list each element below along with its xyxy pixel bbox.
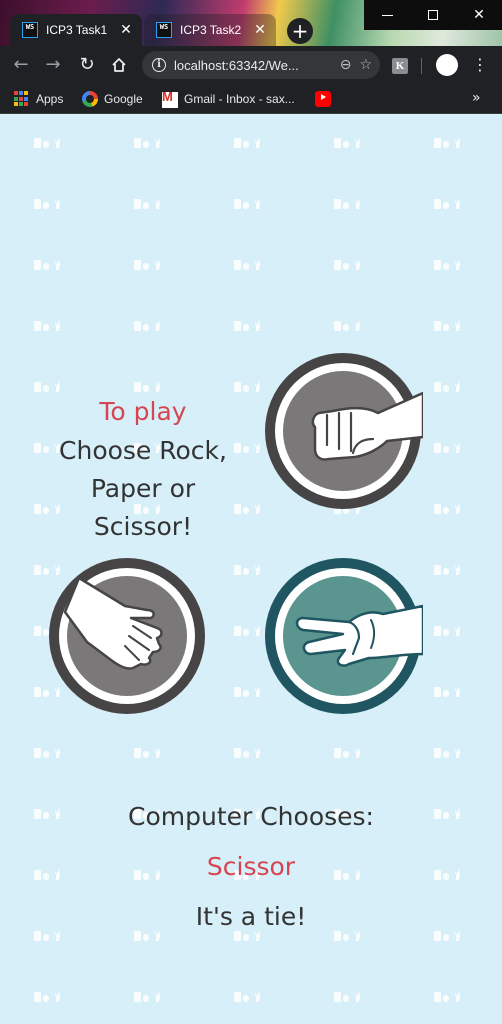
computer-choice: Scissor: [206, 852, 296, 881]
close-window-button[interactable]: ✕: [456, 0, 502, 30]
bookmark-label: Gmail - Inbox - sax...: [184, 92, 295, 106]
webstorm-icon: WS: [22, 22, 38, 38]
minimize-icon: [381, 14, 393, 16]
arrow-left-icon: ←: [13, 54, 29, 75]
scissor-button[interactable]: [263, 558, 425, 718]
computer-chooses-label: Computer Chooses:: [128, 802, 374, 831]
paper-hand-icon: [49, 558, 205, 714]
toolbar-divider: [421, 58, 422, 74]
back-button[interactable]: ←: [10, 54, 32, 76]
bookmark-youtube[interactable]: [315, 90, 337, 108]
tab-icp3-task1[interactable]: WS ICP3 Task1 ✕: [10, 14, 142, 46]
result-panel: Computer Chooses: Scissor It's a tie!: [0, 794, 502, 940]
bookmarks-bar: Apps Google Gmail - Inbox - sax... »: [0, 84, 502, 114]
rock-button[interactable]: [263, 353, 425, 513]
apps-grid-icon: [14, 91, 30, 107]
tab-strip: WS ICP3 Task1 ✕ WS ICP3 Task2 ✕ + ✕: [0, 0, 502, 46]
maximize-icon: [428, 10, 438, 20]
chevron-double-right-icon[interactable]: »: [472, 90, 481, 106]
game-outcome: It's a tie!: [195, 902, 307, 931]
close-icon[interactable]: ✕: [118, 22, 134, 38]
reload-button[interactable]: ↻: [76, 54, 98, 76]
new-tab-button[interactable]: +: [287, 18, 313, 44]
info-icon[interactable]: i: [152, 58, 166, 72]
rock-fist-icon: [265, 353, 425, 509]
bookmark-label: Apps: [36, 92, 64, 106]
reload-icon: ↻: [79, 54, 95, 75]
extension-icon[interactable]: K: [392, 58, 408, 74]
tab-icp3-task2[interactable]: WS ICP3 Task2 ✕: [144, 14, 276, 46]
webstorm-icon: WS: [156, 22, 172, 38]
bookmark-gmail[interactable]: Gmail - Inbox - sax...: [162, 89, 295, 108]
arrow-right-icon: →: [45, 54, 61, 75]
close-icon[interactable]: ✕: [252, 22, 268, 38]
youtube-icon: [315, 91, 331, 107]
maximize-button[interactable]: [410, 0, 456, 30]
bookmark-google[interactable]: Google: [82, 90, 143, 108]
home-button[interactable]: [108, 54, 130, 76]
tab-title: ICP3 Task2: [180, 23, 242, 37]
zoom-out-icon[interactable]: ⊖: [340, 57, 352, 73]
google-icon: [82, 91, 98, 107]
home-icon: [112, 58, 126, 72]
paper-button[interactable]: [47, 558, 207, 718]
url-text[interactable]: localhost:63342/We...: [174, 58, 332, 73]
forward-button[interactable]: →: [42, 54, 64, 76]
profile-avatar[interactable]: [436, 54, 458, 76]
bookmark-apps[interactable]: Apps: [14, 90, 63, 108]
tab-title: ICP3 Task1: [46, 23, 108, 37]
browser-window: WS ICP3 Task1 ✕ WS ICP3 Task2 ✕ + ✕ ← → …: [0, 0, 502, 1024]
scissor-hand-icon: [265, 558, 425, 714]
bookmark-label: Google: [104, 92, 143, 106]
browser-toolbar: ← → ↻ i localhost:63342/We... ⊖ ☆ K ⋮: [0, 46, 502, 84]
instructions-line: Choose Rock,: [59, 436, 227, 465]
page-content: To play Choose Rock, Paper or Scissor! C…: [0, 114, 502, 1024]
minimize-button[interactable]: [364, 0, 410, 30]
instructions-line: Scissor!: [93, 512, 193, 541]
more-vert-icon[interactable]: ⋮: [472, 54, 488, 76]
instructions-line: Paper or: [90, 474, 196, 503]
star-icon[interactable]: ☆: [359, 57, 372, 73]
close-icon: ✕: [473, 7, 485, 23]
instructions-title: To play: [99, 397, 187, 426]
address-bar[interactable]: i localhost:63342/We... ⊖ ☆: [142, 51, 380, 79]
gmail-icon: [162, 89, 178, 108]
instructions: To play Choose Rock, Paper or Scissor!: [50, 392, 236, 546]
